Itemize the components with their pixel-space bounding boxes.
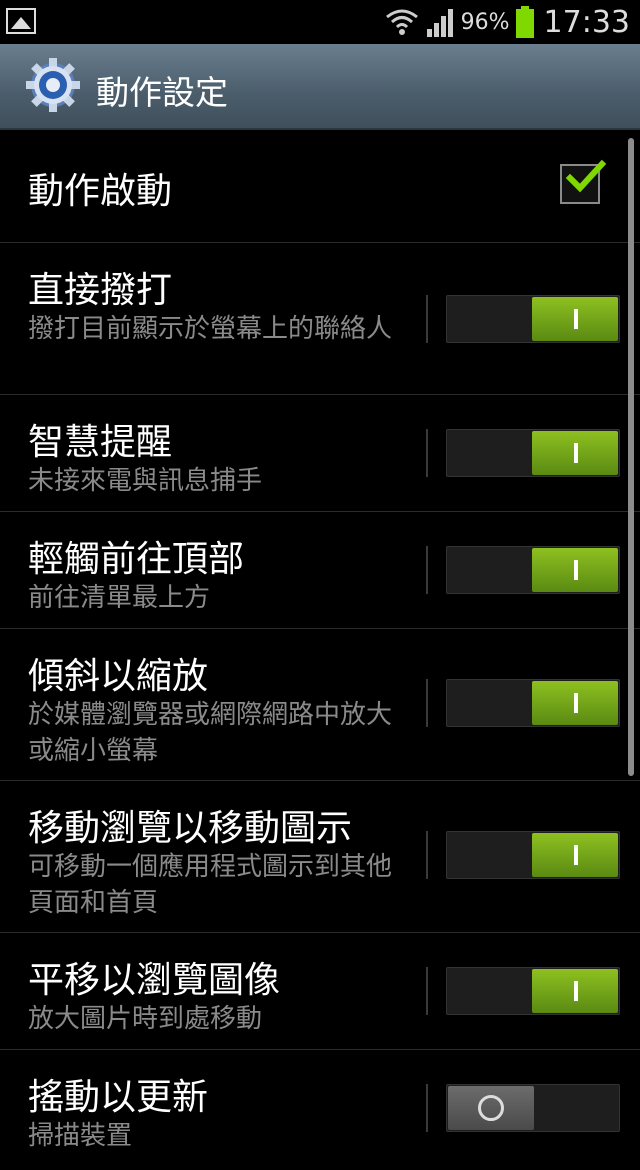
- list-item-tilt-to-zoom[interactable]: 傾斜以縮放 於媒體瀏覽器或網際網路中放大或縮小螢幕: [0, 629, 640, 781]
- smart-alert-toggle[interactable]: [446, 429, 620, 477]
- item-title: 移動瀏覽以移動圖示: [28, 808, 353, 849]
- pan-to-move-icon-toggle[interactable]: [446, 831, 620, 879]
- item-title: 輕觸前往頂部: [28, 539, 245, 580]
- item-description: 放大圖片時到處移動: [28, 1004, 263, 1034]
- battery-icon: [515, 6, 534, 38]
- divider: [426, 546, 428, 594]
- pan-to-browse-toggle[interactable]: [446, 967, 620, 1015]
- page-title: 動作設定: [96, 73, 228, 112]
- settings-list: 動作啟動 直接撥打 撥打目前顯示於螢幕上的聯絡人 智慧提醒 未接來電與訊息捕手 …: [0, 130, 640, 1170]
- divider: [426, 1084, 428, 1132]
- direct-call-toggle[interactable]: [446, 295, 620, 343]
- divider: [426, 967, 428, 1015]
- list-item-pan-to-browse-images[interactable]: 平移以瀏覽圖像 放大圖片時到處移動: [0, 933, 640, 1050]
- item-description: 於媒體瀏覽器或網際網路中放大或縮小螢幕: [28, 700, 393, 766]
- motion-activation-checkbox[interactable]: [560, 159, 607, 204]
- item-description: 未接來電與訊息捕手: [28, 466, 263, 496]
- settings-gear-icon[interactable]: [24, 56, 82, 114]
- list-item-pan-to-move-icon[interactable]: 移動瀏覽以移動圖示 可移動一個應用程式圖示到其他頁面和首頁: [0, 781, 640, 933]
- image-notification-icon: [6, 8, 36, 34]
- tap-to-top-toggle[interactable]: [446, 546, 620, 594]
- divider: [426, 679, 428, 727]
- item-description: 前往清單最上方: [28, 583, 211, 613]
- divider: [426, 295, 428, 343]
- check-icon: [565, 159, 607, 193]
- scrollbar[interactable]: [628, 138, 634, 776]
- item-title: 直接撥打: [28, 270, 173, 311]
- tilt-to-zoom-toggle[interactable]: [446, 679, 620, 727]
- item-title: 平移以瀏覽圖像: [28, 960, 281, 1001]
- clock: 17:33: [543, 4, 630, 40]
- wifi-icon: [385, 9, 418, 35]
- divider: [426, 831, 428, 879]
- list-item-double-tap-to-top[interactable]: 輕觸前往頂部 前往清單最上方: [0, 512, 640, 629]
- shake-to-update-toggle[interactable]: [446, 1084, 620, 1132]
- list-item-shake-to-update[interactable]: 搖動以更新 掃描裝置: [0, 1050, 640, 1170]
- item-description: 掃描裝置: [28, 1121, 133, 1151]
- item-title: 動作啟動: [28, 171, 173, 212]
- item-description: 可移動一個應用程式圖示到其他頁面和首頁: [28, 852, 393, 918]
- battery-percent: 96%: [460, 9, 510, 35]
- signal-icon: [426, 9, 453, 37]
- item-description: 撥打目前顯示於螢幕上的聯絡人: [28, 314, 393, 344]
- action-bar: 動作設定: [0, 44, 640, 130]
- item-title: 傾斜以縮放: [28, 656, 209, 697]
- divider: [426, 429, 428, 477]
- list-item-direct-call[interactable]: 直接撥打 撥打目前顯示於螢幕上的聯絡人: [0, 243, 640, 395]
- item-title: 智慧提醒: [28, 422, 173, 463]
- list-item-motion-activation[interactable]: 動作啟動: [0, 130, 640, 243]
- list-item-smart-alert[interactable]: 智慧提醒 未接來電與訊息捕手: [0, 395, 640, 512]
- status-bar: 96% 17:33: [0, 0, 640, 44]
- item-title: 搖動以更新: [28, 1077, 209, 1118]
